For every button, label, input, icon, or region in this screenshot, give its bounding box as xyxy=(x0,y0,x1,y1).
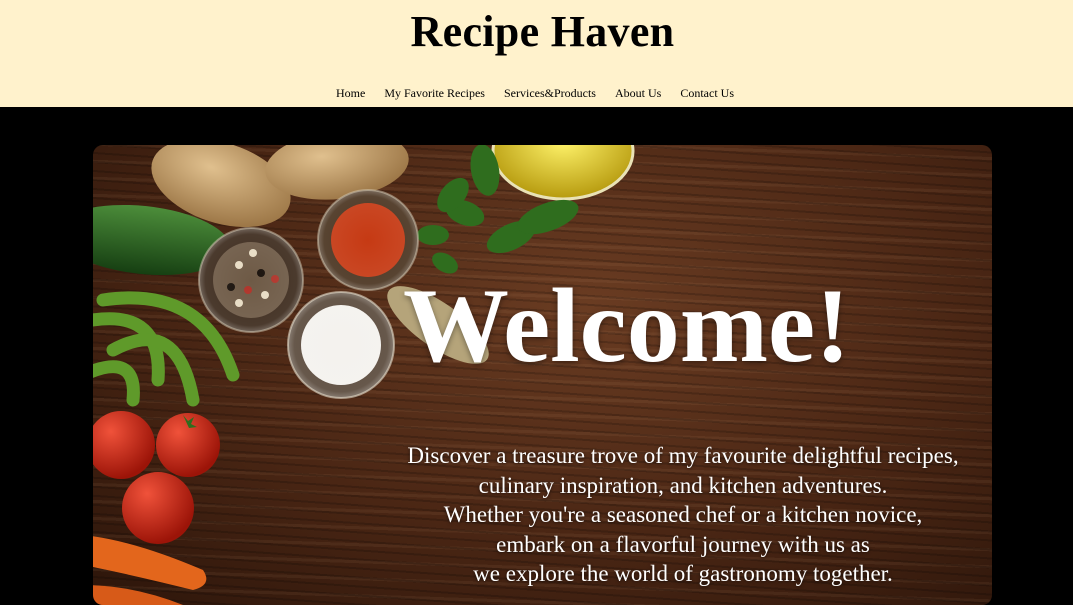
tagline-line: we explore the world of gastronomy toget… xyxy=(473,561,893,586)
hero-banner: Welcome! Discover a treasure trove of my… xyxy=(93,145,992,605)
nav-item-home[interactable]: Home xyxy=(336,86,365,101)
tagline-line: culinary inspiration, and kitchen advent… xyxy=(478,472,888,498)
main-nav: Home My Favorite Recipes Services&Produc… xyxy=(0,86,1070,101)
nav-item-my-favorite-recipes[interactable]: My Favorite Recipes xyxy=(384,86,485,101)
olive-oil-bowl xyxy=(491,145,635,201)
tagline-line: Discover a treasure trove of my favourit… xyxy=(407,443,959,468)
nav-item-contact-us[interactable]: Contact Us xyxy=(680,86,734,101)
site-header: Recipe Haven Home My Favorite Recipes Se… xyxy=(0,0,1073,107)
nav-item-services-products[interactable]: Services&Products xyxy=(504,86,596,101)
tomatoes xyxy=(93,411,220,544)
tagline-line: Whether you're a seasoned chef or a kitc… xyxy=(443,502,923,527)
nav-item-about-us[interactable]: About Us xyxy=(615,86,661,101)
site-title: Recipe Haven xyxy=(410,7,675,56)
tagline-line: embark on a flavorful journey with us as xyxy=(496,531,870,557)
hero-tagline: Discover a treasure trove of my favourit… xyxy=(363,441,992,589)
carrot xyxy=(93,536,207,590)
salt-jar xyxy=(287,291,395,399)
peppercorn-jar xyxy=(198,227,304,333)
hero-heading: Welcome! xyxy=(403,267,851,384)
